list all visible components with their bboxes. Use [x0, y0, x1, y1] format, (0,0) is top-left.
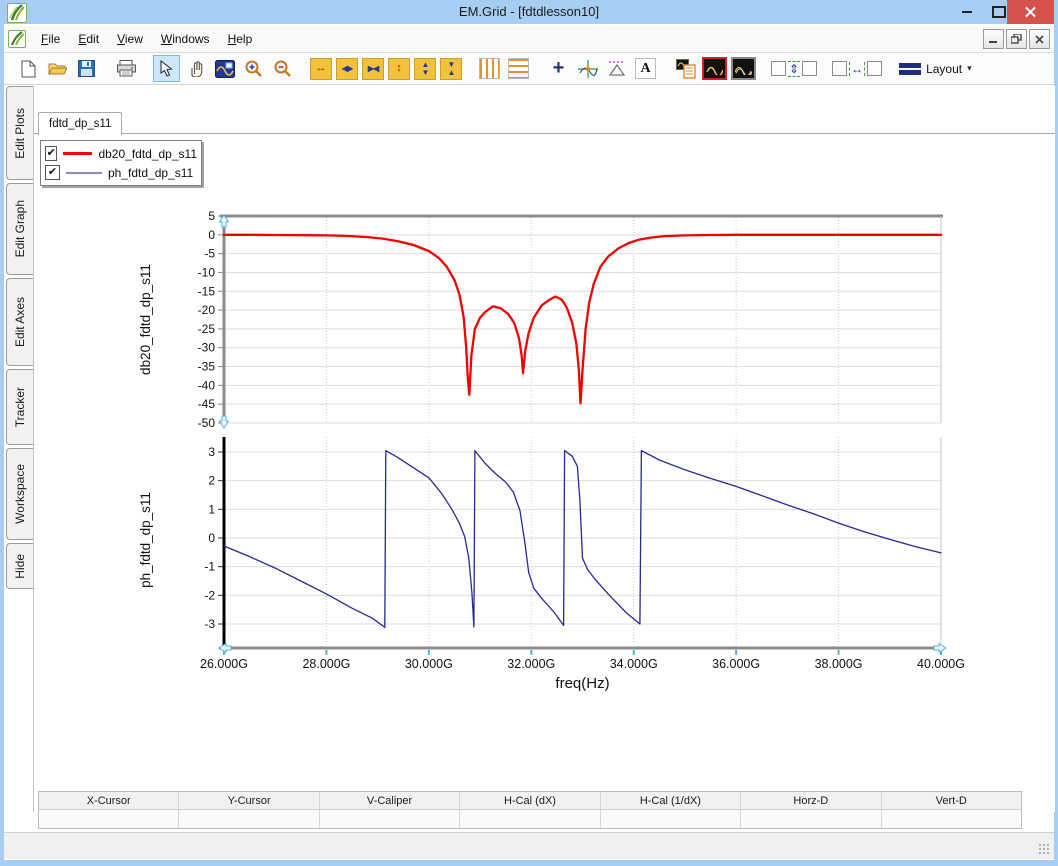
plot-canvas: 5 0 -5 -10 -15 -20 -25 -30 -35 -40 -45 -50 3 2 1 0 -1 -2 -…	[0, 0, 1058, 790]
bottom-ytick-label: -3	[204, 617, 215, 631]
xtick-label: 28.000G	[302, 657, 350, 671]
status-value-cell	[741, 810, 881, 828]
status-col-h-cal-dx-: H-Cal (dX)	[460, 792, 600, 809]
bottom-y-axis-title: ph_fdtd_dp_s11	[138, 492, 153, 588]
x-axis-left-handle[interactable]	[219, 644, 231, 653]
top-ytick-label: 0	[208, 228, 215, 242]
xtick-label: 40.000G	[917, 657, 965, 671]
ph-curve	[224, 451, 941, 628]
status-value-cell	[39, 810, 179, 828]
top-ytick-label: 5	[208, 209, 215, 223]
bottom-ytick-label: 2	[208, 474, 215, 488]
status-col-x-cursor: X-Cursor	[39, 792, 179, 809]
bottom-ytick-label: -2	[204, 588, 215, 602]
top-ytick-label: -5	[204, 247, 215, 261]
xtick-label: 32.000G	[507, 657, 555, 671]
top-ytick-label: -35	[198, 360, 216, 374]
xtick-label: 34.000G	[610, 657, 658, 671]
status-value-cell	[320, 810, 460, 828]
status-col-vert-d: Vert-D	[882, 792, 1021, 809]
status-value-cell	[179, 810, 319, 828]
status-col-h-cal-1-dx-: H-Cal (1/dX)	[601, 792, 741, 809]
xtick-label: 30.000G	[405, 657, 453, 671]
bottom-ytick-label: 3	[208, 445, 215, 459]
top-ytick-label: -45	[198, 397, 216, 411]
ph-legend-label: ph_fdtd_dp_s11	[108, 166, 193, 180]
db20-curve	[224, 235, 941, 404]
window-bottom-frame	[4, 832, 1054, 859]
status-col-v-caliper: V-Caliper	[320, 792, 460, 809]
x-axis-right-handle[interactable]	[934, 644, 946, 653]
xtick-label: 36.000G	[712, 657, 760, 671]
cursor-status-table: X-CursorY-CursorV-CaliperH-Cal (dX)H-Cal…	[38, 791, 1022, 829]
xtick-label: 38.000G	[815, 657, 863, 671]
top-ytick-label: -40	[198, 378, 216, 392]
bottom-ytick-label: 1	[208, 502, 215, 516]
status-value-cell	[601, 810, 741, 828]
db20-legend-label: db20_fdtd_dp_s11	[98, 147, 197, 161]
x-axis-title: freq(Hz)	[555, 675, 609, 692]
status-value-row	[39, 809, 1021, 828]
top-ytick-label: -50	[198, 416, 216, 430]
status-col-y-cursor: Y-Cursor	[179, 792, 319, 809]
top-ytick-label: -10	[198, 265, 216, 279]
legend-row-db20: ✔ db20_fdtd_dp_s11	[45, 144, 197, 163]
plot-legend: ✔ db20_fdtd_dp_s11 ✔ ph_fdtd_dp_s11	[40, 140, 202, 186]
top-ytick-label: -25	[198, 322, 216, 336]
legend-row-ph: ✔ ph_fdtd_dp_s11	[45, 163, 197, 182]
top-ytick-label: -30	[198, 341, 216, 355]
plot-tab[interactable]: fdtd_dp_s11	[38, 112, 122, 135]
bottom-ytick-label: 0	[208, 531, 215, 545]
ph-line-sample	[66, 172, 102, 174]
top-ytick-label: -20	[198, 303, 216, 317]
status-header-row: X-CursorY-CursorV-CaliperH-Cal (dX)H-Cal…	[39, 792, 1021, 809]
status-value-cell	[460, 810, 600, 828]
xtick-label: 26.000G	[200, 657, 248, 671]
top-axis-lower-handle[interactable]	[220, 416, 229, 428]
top-y-axis-title: db20_fdtd_dp_s11	[138, 264, 153, 375]
status-value-cell	[882, 810, 1021, 828]
status-col-horz-d: Horz-D	[741, 792, 881, 809]
db20-line-sample	[63, 152, 92, 155]
bottom-ytick-label: -1	[204, 560, 215, 574]
ph-visibility-checkbox[interactable]: ✔	[45, 165, 60, 180]
db20-visibility-checkbox[interactable]: ✔	[45, 146, 57, 161]
top-ytick-label: -15	[198, 284, 216, 298]
resize-grip[interactable]	[1038, 843, 1050, 855]
